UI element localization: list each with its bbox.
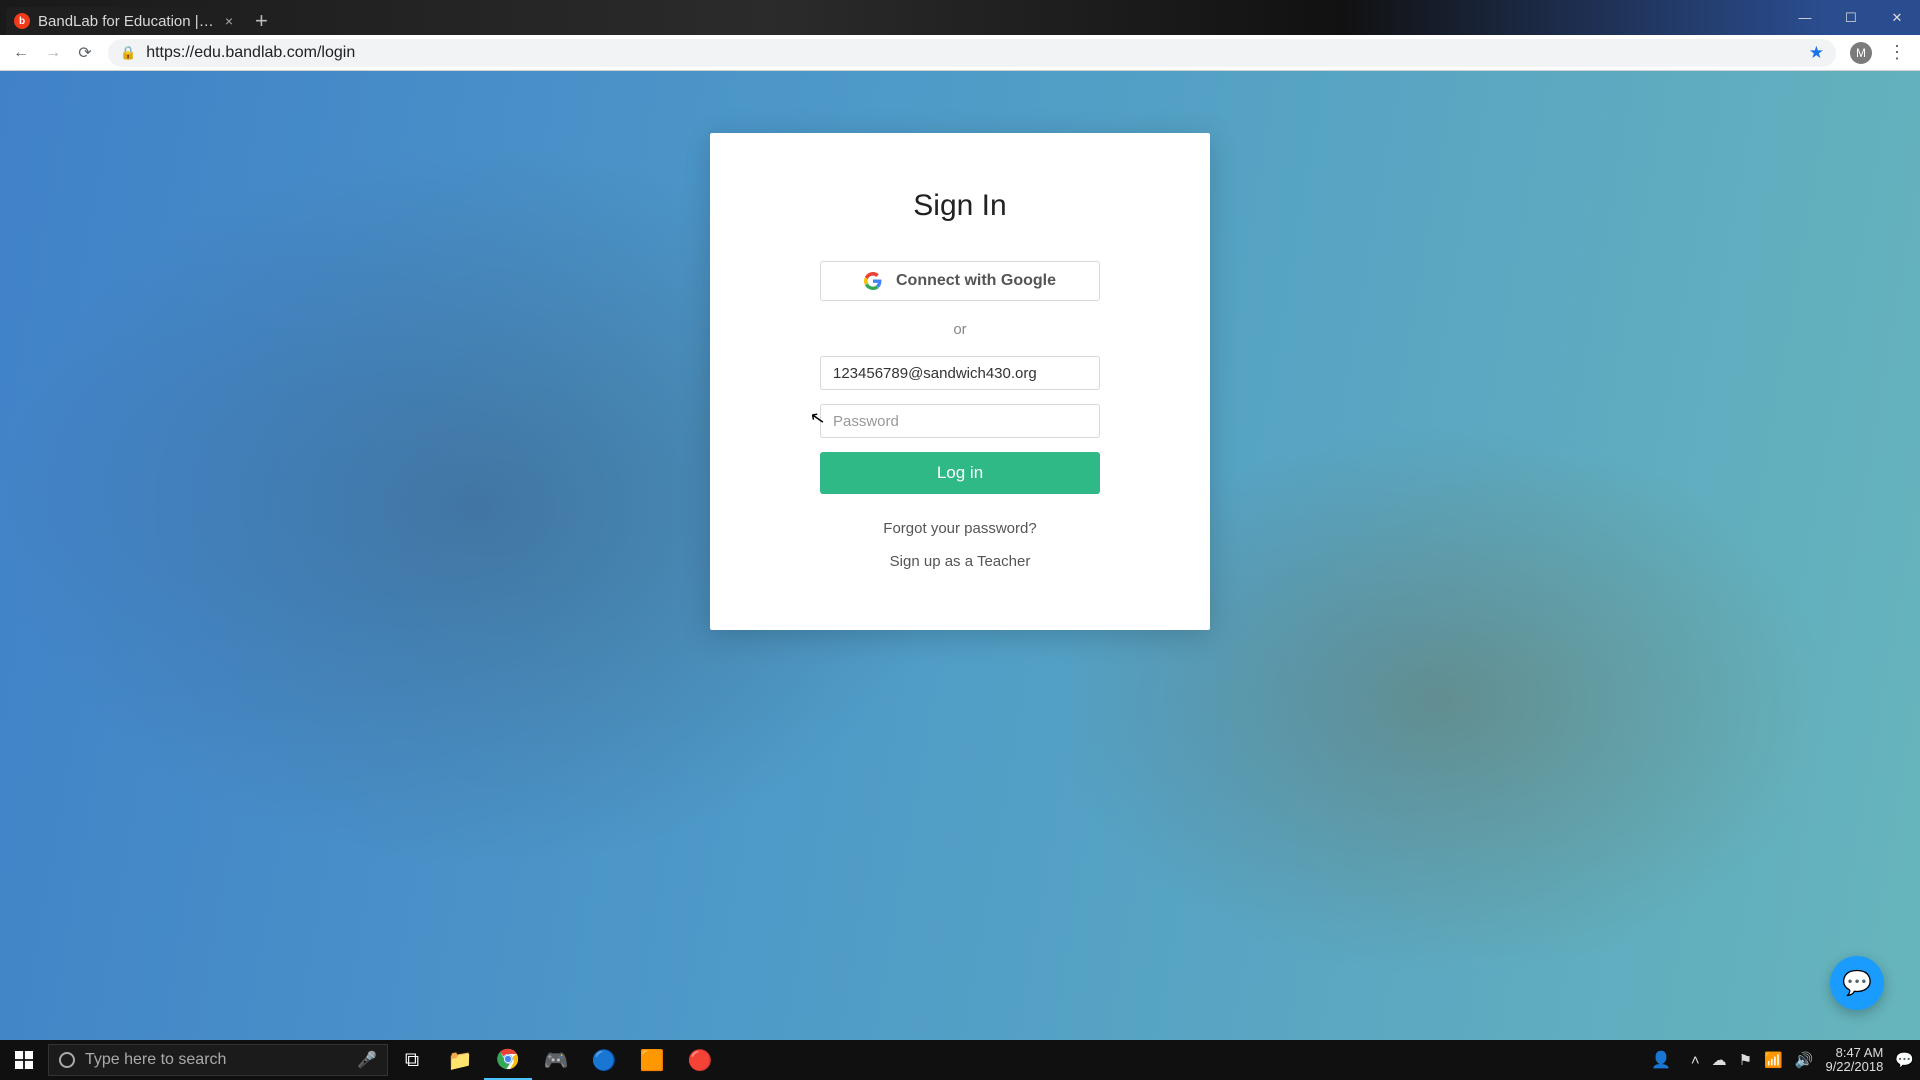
system-tray: 👤 ˄ ☁ ⚑ 📶 🔊 8:47 AM 9/22/2018 💬 — [1651, 1046, 1920, 1075]
wifi-icon[interactable]: 📶 — [1764, 1051, 1783, 1069]
url-input[interactable] — [146, 44, 1799, 62]
signin-heading: Sign In — [782, 189, 1138, 223]
task-view-button[interactable]: ⧉ — [388, 1040, 436, 1080]
tab-close-icon[interactable]: × — [225, 13, 233, 29]
chat-widget-button[interactable]: 💬 — [1830, 956, 1884, 1010]
steam-icon[interactable]: 🎮 — [532, 1040, 580, 1080]
app-icon-red[interactable]: 🔴 — [676, 1040, 724, 1080]
file-explorer-icon[interactable]: 📁 — [436, 1040, 484, 1080]
forgot-password-link[interactable]: Forgot your password? — [782, 520, 1138, 537]
lock-icon: 🔒 — [120, 45, 136, 61]
nav-reload-button[interactable]: ⟳ — [70, 38, 100, 68]
chrome-icon[interactable] — [484, 1040, 532, 1080]
app-icon-blue[interactable]: 🔵 — [580, 1040, 628, 1080]
security-icon[interactable]: ⚑ — [1739, 1051, 1752, 1069]
browser-menu-button[interactable]: ⋮ — [1880, 42, 1914, 63]
cortana-icon — [59, 1052, 75, 1068]
chrome-logo-icon — [497, 1048, 519, 1070]
email-field[interactable] — [820, 356, 1100, 390]
login-card: Sign In Connect with Google or Log in Fo… — [710, 133, 1210, 630]
chat-icon: 💬 — [1842, 969, 1872, 998]
taskbar-time: 8:47 AM — [1825, 1046, 1883, 1060]
window-close-button[interactable]: ✕ — [1874, 0, 1920, 35]
taskbar-search-placeholder: Type here to search — [85, 1051, 226, 1069]
profile-button[interactable]: M — [1850, 42, 1872, 64]
password-field[interactable] — [820, 404, 1100, 438]
page-body: Sign In Connect with Google or Log in Fo… — [0, 71, 1920, 1040]
tab-favicon-icon: b — [14, 13, 30, 29]
google-icon — [864, 272, 882, 290]
onedrive-icon[interactable]: ☁ — [1712, 1051, 1727, 1069]
app-icon-orange[interactable]: 🟧 — [628, 1040, 676, 1080]
browser-tab[interactable]: b BandLab for Education | FREE A… × — [6, 7, 241, 35]
notifications-icon[interactable]: 💬 — [1895, 1051, 1914, 1069]
connect-google-label: Connect with Google — [896, 272, 1056, 290]
signup-teacher-link[interactable]: Sign up as a Teacher — [782, 553, 1138, 570]
volume-icon[interactable]: 🔊 — [1795, 1051, 1814, 1069]
taskbar-search[interactable]: Type here to search 🎤 — [48, 1044, 388, 1076]
nav-forward-button[interactable]: → — [38, 38, 68, 68]
login-button[interactable]: Log in — [820, 452, 1100, 494]
taskbar-date: 9/22/2018 — [1825, 1060, 1883, 1074]
window-controls: — ☐ ✕ — [1782, 0, 1920, 35]
window-minimize-button[interactable]: — — [1782, 0, 1828, 35]
or-divider: or — [782, 321, 1138, 338]
windows-icon — [15, 1051, 33, 1069]
taskbar-apps: ⧉ 📁 🎮 🔵 🟧 🔴 — [388, 1040, 724, 1080]
browser-tab-strip: b BandLab for Education | FREE A… × + — … — [0, 0, 1920, 35]
address-bar[interactable]: 🔒 ★ — [108, 39, 1836, 67]
browser-toolbar: ← → ⟳ 🔒 ★ M ⋮ — [0, 35, 1920, 71]
windows-taskbar: Type here to search 🎤 ⧉ 📁 🎮 🔵 🟧 🔴 👤 ˄ ☁ … — [0, 1040, 1920, 1080]
new-tab-button[interactable]: + — [241, 7, 282, 35]
taskbar-clock[interactable]: 8:47 AM 9/22/2018 — [1825, 1046, 1883, 1075]
tab-title: BandLab for Education | FREE A… — [38, 13, 217, 30]
bookmark-star-icon[interactable]: ★ — [1809, 43, 1824, 63]
people-icon[interactable]: 👤 — [1651, 1050, 1671, 1070]
nav-back-button[interactable]: ← — [6, 38, 36, 68]
start-button[interactable] — [0, 1040, 48, 1080]
tray-chevron-icon[interactable]: ˄ — [1691, 1052, 1700, 1069]
connect-google-button[interactable]: Connect with Google — [820, 261, 1100, 301]
mic-icon[interactable]: 🎤 — [357, 1050, 377, 1070]
window-maximize-button[interactable]: ☐ — [1828, 0, 1874, 35]
